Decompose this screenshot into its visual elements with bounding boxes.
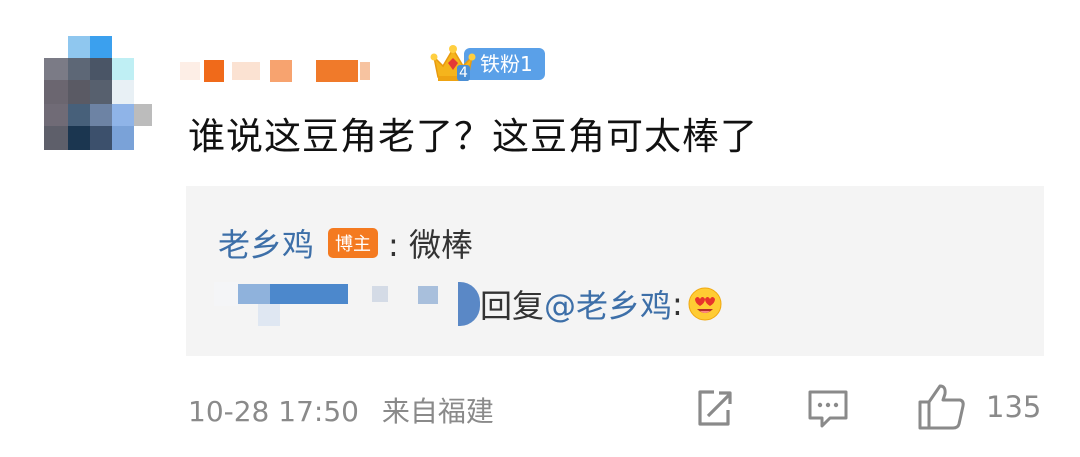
reply-item[interactable]: 回复 @老乡鸡 : <box>214 282 818 326</box>
avatar-pixel <box>68 36 90 58</box>
redaction-block <box>270 60 292 82</box>
redaction-block <box>360 62 370 80</box>
reply-box[interactable]: 老乡鸡 博主 : 微棒 回复 @老乡鸡 : <box>186 186 1044 356</box>
crown-icon: 4 <box>430 43 476 85</box>
avatar-pixel <box>44 58 68 80</box>
avatar-pixel <box>134 104 152 126</box>
redaction-block <box>258 304 280 326</box>
reply-colon: : <box>672 285 683 323</box>
avatar[interactable] <box>44 36 152 150</box>
avatar-pixel <box>68 104 90 126</box>
avatar-pixel <box>90 58 112 80</box>
avatar-pixel <box>68 58 90 80</box>
reply-text: : 微棒 <box>388 226 473 264</box>
avatar-pixel <box>44 80 68 104</box>
like-count: 135 <box>986 390 1042 424</box>
redaction-block <box>204 60 224 82</box>
heart-eyes-emoji-icon <box>688 287 722 321</box>
avatar-pixel <box>44 104 68 126</box>
crown-level: 4 <box>457 65 470 81</box>
share-icon[interactable] <box>692 386 736 434</box>
redaction-block <box>232 62 260 80</box>
avatar-pixel <box>44 126 68 150</box>
redaction-block <box>180 62 200 80</box>
avatar-pixel <box>68 80 90 104</box>
avatar-pixel <box>112 104 134 126</box>
redaction-block <box>372 286 388 302</box>
location: 来自福建 <box>381 395 494 428</box>
redaction-block <box>458 282 480 326</box>
comment-icon[interactable] <box>806 386 850 434</box>
avatar-pixel <box>112 58 134 80</box>
username-redacted[interactable] <box>180 56 410 88</box>
avatar-pixel <box>90 104 112 126</box>
comment-meta: 10-28 17:50 来自福建 <box>188 390 494 430</box>
reply-item[interactable]: 老乡鸡 博主 : 微棒 <box>218 220 473 266</box>
reply-author[interactable]: 老乡鸡 <box>218 220 314 266</box>
comment-text: 谁说这豆角老了？这豆角可太棒了 <box>188 115 758 158</box>
redaction-block <box>214 282 238 306</box>
like-icon[interactable] <box>916 382 968 436</box>
fan-badge[interactable]: 4 铁粉1 <box>430 44 545 84</box>
avatar-pixel <box>90 80 112 104</box>
redaction-block <box>418 286 438 304</box>
reply-line: 回复 @老乡鸡 : <box>480 282 723 326</box>
timestamp: 10-28 17:50 <box>188 395 359 428</box>
avatar-pixel <box>112 126 134 150</box>
avatar-pixel <box>68 126 90 150</box>
reply-prefix: 回复 <box>480 287 545 325</box>
redaction-block <box>270 284 348 304</box>
blogger-badge: 博主 <box>328 228 379 258</box>
redaction-block <box>316 60 358 82</box>
redaction-block <box>238 284 270 304</box>
avatar-pixel <box>112 80 134 104</box>
avatar-pixel <box>90 36 112 58</box>
fan-badge-label: 铁粉1 <box>464 48 545 80</box>
avatar-pixel <box>90 126 112 150</box>
mention-link[interactable]: @老乡鸡 <box>544 281 672 327</box>
